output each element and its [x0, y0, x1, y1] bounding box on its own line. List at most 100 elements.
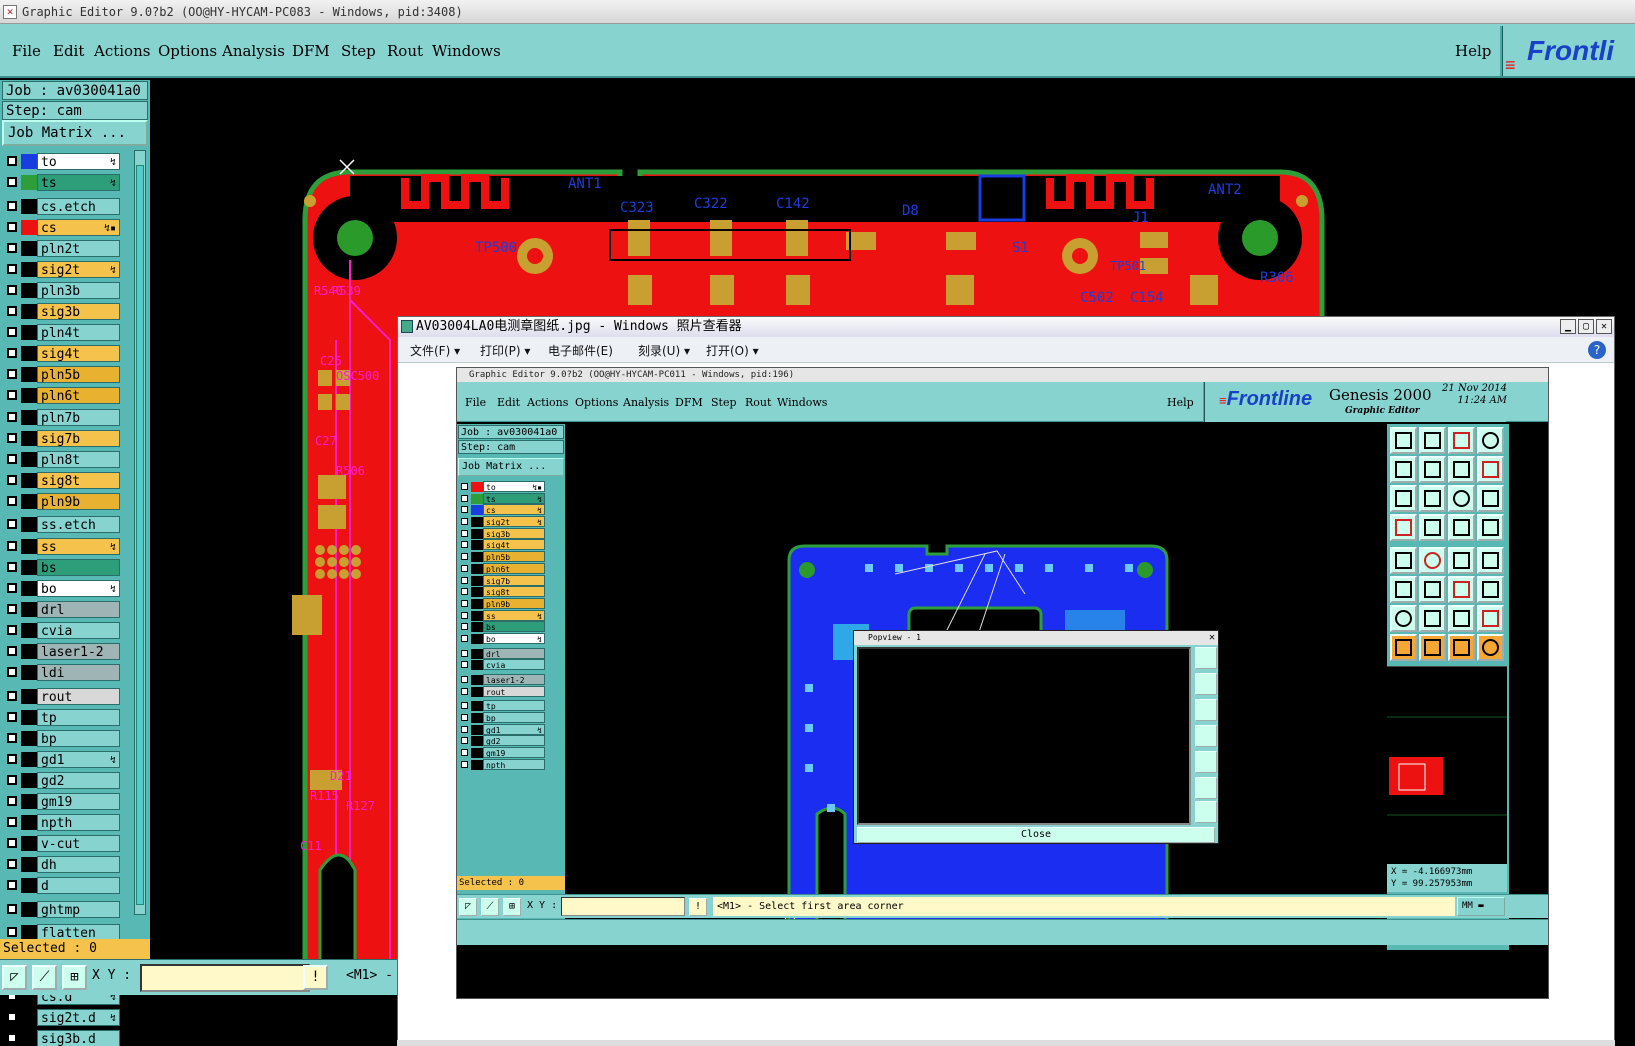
- layer-row-rout[interactable]: rout: [2, 687, 120, 707]
- layer-checkbox[interactable]: [7, 390, 17, 401]
- tool-mirror-button[interactable]: [1448, 456, 1475, 483]
- layer-name[interactable]: ss ↯: [37, 537, 120, 555]
- layer-row-npth[interactable]: npth: [2, 813, 120, 833]
- layer-name[interactable]: pln5b: [37, 366, 120, 384]
- layer-checkbox[interactable]: [7, 453, 17, 464]
- layer-checkbox[interactable]: [7, 284, 17, 295]
- inner-layer-row-ts[interactable]: ts ↯: [458, 492, 548, 505]
- inner-layer-name[interactable]: ss ↯: [483, 609, 545, 621]
- inner-layer-row-bp[interactable]: bp: [458, 712, 548, 724]
- menu-edit[interactable]: Edit: [53, 42, 84, 60]
- layer-row-sig2t.d[interactable]: sig2t.d ↯: [2, 1008, 120, 1028]
- inner-layer-checkbox[interactable]: [461, 702, 468, 710]
- layer-checkbox[interactable]: [7, 156, 17, 166]
- layer-row-bo[interactable]: bo ↯: [2, 579, 120, 599]
- inner-layer-checkbox[interactable]: [461, 494, 468, 502]
- tool-text-button[interactable]: [1390, 576, 1417, 603]
- layer-row-cs[interactable]: cs ↯▪: [2, 218, 120, 238]
- inner-layer-checkbox[interactable]: [461, 623, 468, 631]
- menu-help[interactable]: Help: [1455, 42, 1491, 60]
- inner-xy-input[interactable]: [561, 897, 685, 916]
- tool-zoom-out-button[interactable]: [1419, 485, 1446, 512]
- inner-layer-row-bs[interactable]: bs: [458, 621, 548, 633]
- layer-name[interactable]: sig7b: [37, 429, 120, 447]
- inner-layer-row-ss[interactable]: ss ↯: [458, 609, 548, 622]
- layer-name[interactable]: sig2t ↯: [37, 260, 120, 278]
- layer-row-pln7b[interactable]: pln7b: [2, 408, 120, 428]
- inner-layer-name[interactable]: ts ↯: [483, 492, 545, 504]
- layer-checkbox[interactable]: [7, 1032, 17, 1043]
- inner-menu-dfm[interactable]: DFM: [675, 396, 703, 409]
- minimize-button[interactable]: ▁: [1560, 319, 1576, 334]
- pv-menu-email[interactable]: 电子邮件(E): [548, 342, 613, 359]
- inner-layer-checkbox[interactable]: [461, 599, 468, 607]
- inner-layer-name[interactable]: gd1 ↯: [483, 723, 545, 735]
- layer-row-bs[interactable]: bs: [2, 558, 120, 578]
- tool-rotate-button[interactable]: [1419, 456, 1446, 483]
- layer-name[interactable]: pln7b: [37, 408, 120, 426]
- layer-checkbox[interactable]: [7, 774, 17, 785]
- menu-rout[interactable]: Rout: [387, 42, 423, 60]
- inner-layer-name[interactable]: pln5b: [483, 551, 545, 563]
- tool-split-button[interactable]: [1477, 514, 1504, 541]
- inner-layer-name[interactable]: laser1-2: [483, 674, 545, 685]
- layer-checkbox[interactable]: [7, 1011, 17, 1022]
- popview-tool-5[interactable]: [1195, 751, 1217, 773]
- popview-tool-4[interactable]: [1195, 725, 1217, 747]
- popview-canvas[interactable]: [857, 647, 1191, 825]
- layer-name[interactable]: ghtmp: [37, 900, 120, 918]
- layer-row-gd1[interactable]: gd1 ↯: [2, 750, 120, 770]
- inner-layer-name[interactable]: cvia: [483, 659, 545, 671]
- tool-pad-button[interactable]: [1390, 547, 1417, 574]
- popview-close-button[interactable]: Close: [857, 827, 1215, 843]
- inner-layer-row-sig4t[interactable]: sig4t: [458, 539, 548, 551]
- measure-button[interactable]: ⟋: [32, 965, 57, 990]
- layer-name[interactable]: cs ↯▪: [37, 218, 120, 236]
- layer-row-dh[interactable]: dh: [2, 855, 120, 875]
- layer-name[interactable]: tp: [37, 708, 120, 726]
- inner-layer-name[interactable]: sig4t: [483, 539, 545, 551]
- inner-layer-checkbox[interactable]: [461, 687, 468, 695]
- inner-layer-row-sig8t[interactable]: sig8t: [458, 586, 548, 598]
- inner-layer-name[interactable]: bo ↯: [483, 632, 545, 644]
- layer-row-ss.etch[interactable]: ss.etch: [2, 515, 120, 535]
- layer-checkbox[interactable]: [7, 474, 17, 485]
- layer-checkbox[interactable]: [7, 817, 17, 828]
- layer-checkbox[interactable]: [7, 177, 17, 188]
- tool-copy-button[interactable]: [1477, 427, 1504, 454]
- inner-layer-row-rout[interactable]: rout: [458, 685, 548, 698]
- popview-tool-6[interactable]: [1195, 777, 1217, 799]
- layer-checkbox[interactable]: [7, 540, 17, 551]
- layer-name[interactable]: cs.etch: [37, 197, 120, 215]
- tool-select-button[interactable]: [1448, 576, 1475, 603]
- menu-options[interactable]: Options: [158, 42, 217, 60]
- layer-list-scrollbar[interactable]: [134, 150, 146, 915]
- layer-name[interactable]: pln2t: [37, 239, 120, 257]
- layer-row-pln6t[interactable]: pln6t: [2, 386, 120, 406]
- layer-name[interactable]: gd2: [37, 771, 120, 789]
- inner-menu-actions[interactable]: Actions: [527, 396, 568, 409]
- inner-layer-row-gd1[interactable]: gd1 ↯: [458, 723, 548, 736]
- layer-checkbox[interactable]: [7, 796, 17, 807]
- inner-layer-checkbox[interactable]: [461, 483, 468, 490]
- tool-cut-button[interactable]: [1477, 605, 1504, 632]
- layer-row-pln8t[interactable]: pln8t: [2, 450, 120, 470]
- layer-name[interactable]: pln4t: [37, 324, 120, 342]
- inner-layer-name[interactable]: bs: [483, 621, 545, 633]
- layer-row-pln4t[interactable]: pln4t: [2, 323, 120, 343]
- inner-layer-checkbox[interactable]: [461, 749, 468, 757]
- inner-layer-name[interactable]: drl: [483, 647, 545, 659]
- inner-menu-analysis[interactable]: Analysis: [623, 396, 669, 409]
- layer-checkbox[interactable]: [7, 519, 17, 530]
- help-icon[interactable]: ?: [1588, 341, 1606, 359]
- layer-checkbox[interactable]: [7, 903, 17, 914]
- tool-add-feature-button[interactable]: [1390, 427, 1417, 454]
- inner-layer-checkbox[interactable]: [461, 529, 468, 537]
- layer-name[interactable]: gm19: [37, 793, 120, 811]
- tool-undo-button[interactable]: [1477, 456, 1504, 483]
- layer-row-gd2[interactable]: gd2: [2, 771, 120, 791]
- inner-layer-row-cs[interactable]: cs ↯: [458, 504, 548, 516]
- inner-layer-checkbox[interactable]: [461, 725, 468, 733]
- layer-name[interactable]: ts ↯: [37, 174, 120, 192]
- inner-layer-checkbox[interactable]: [461, 714, 468, 722]
